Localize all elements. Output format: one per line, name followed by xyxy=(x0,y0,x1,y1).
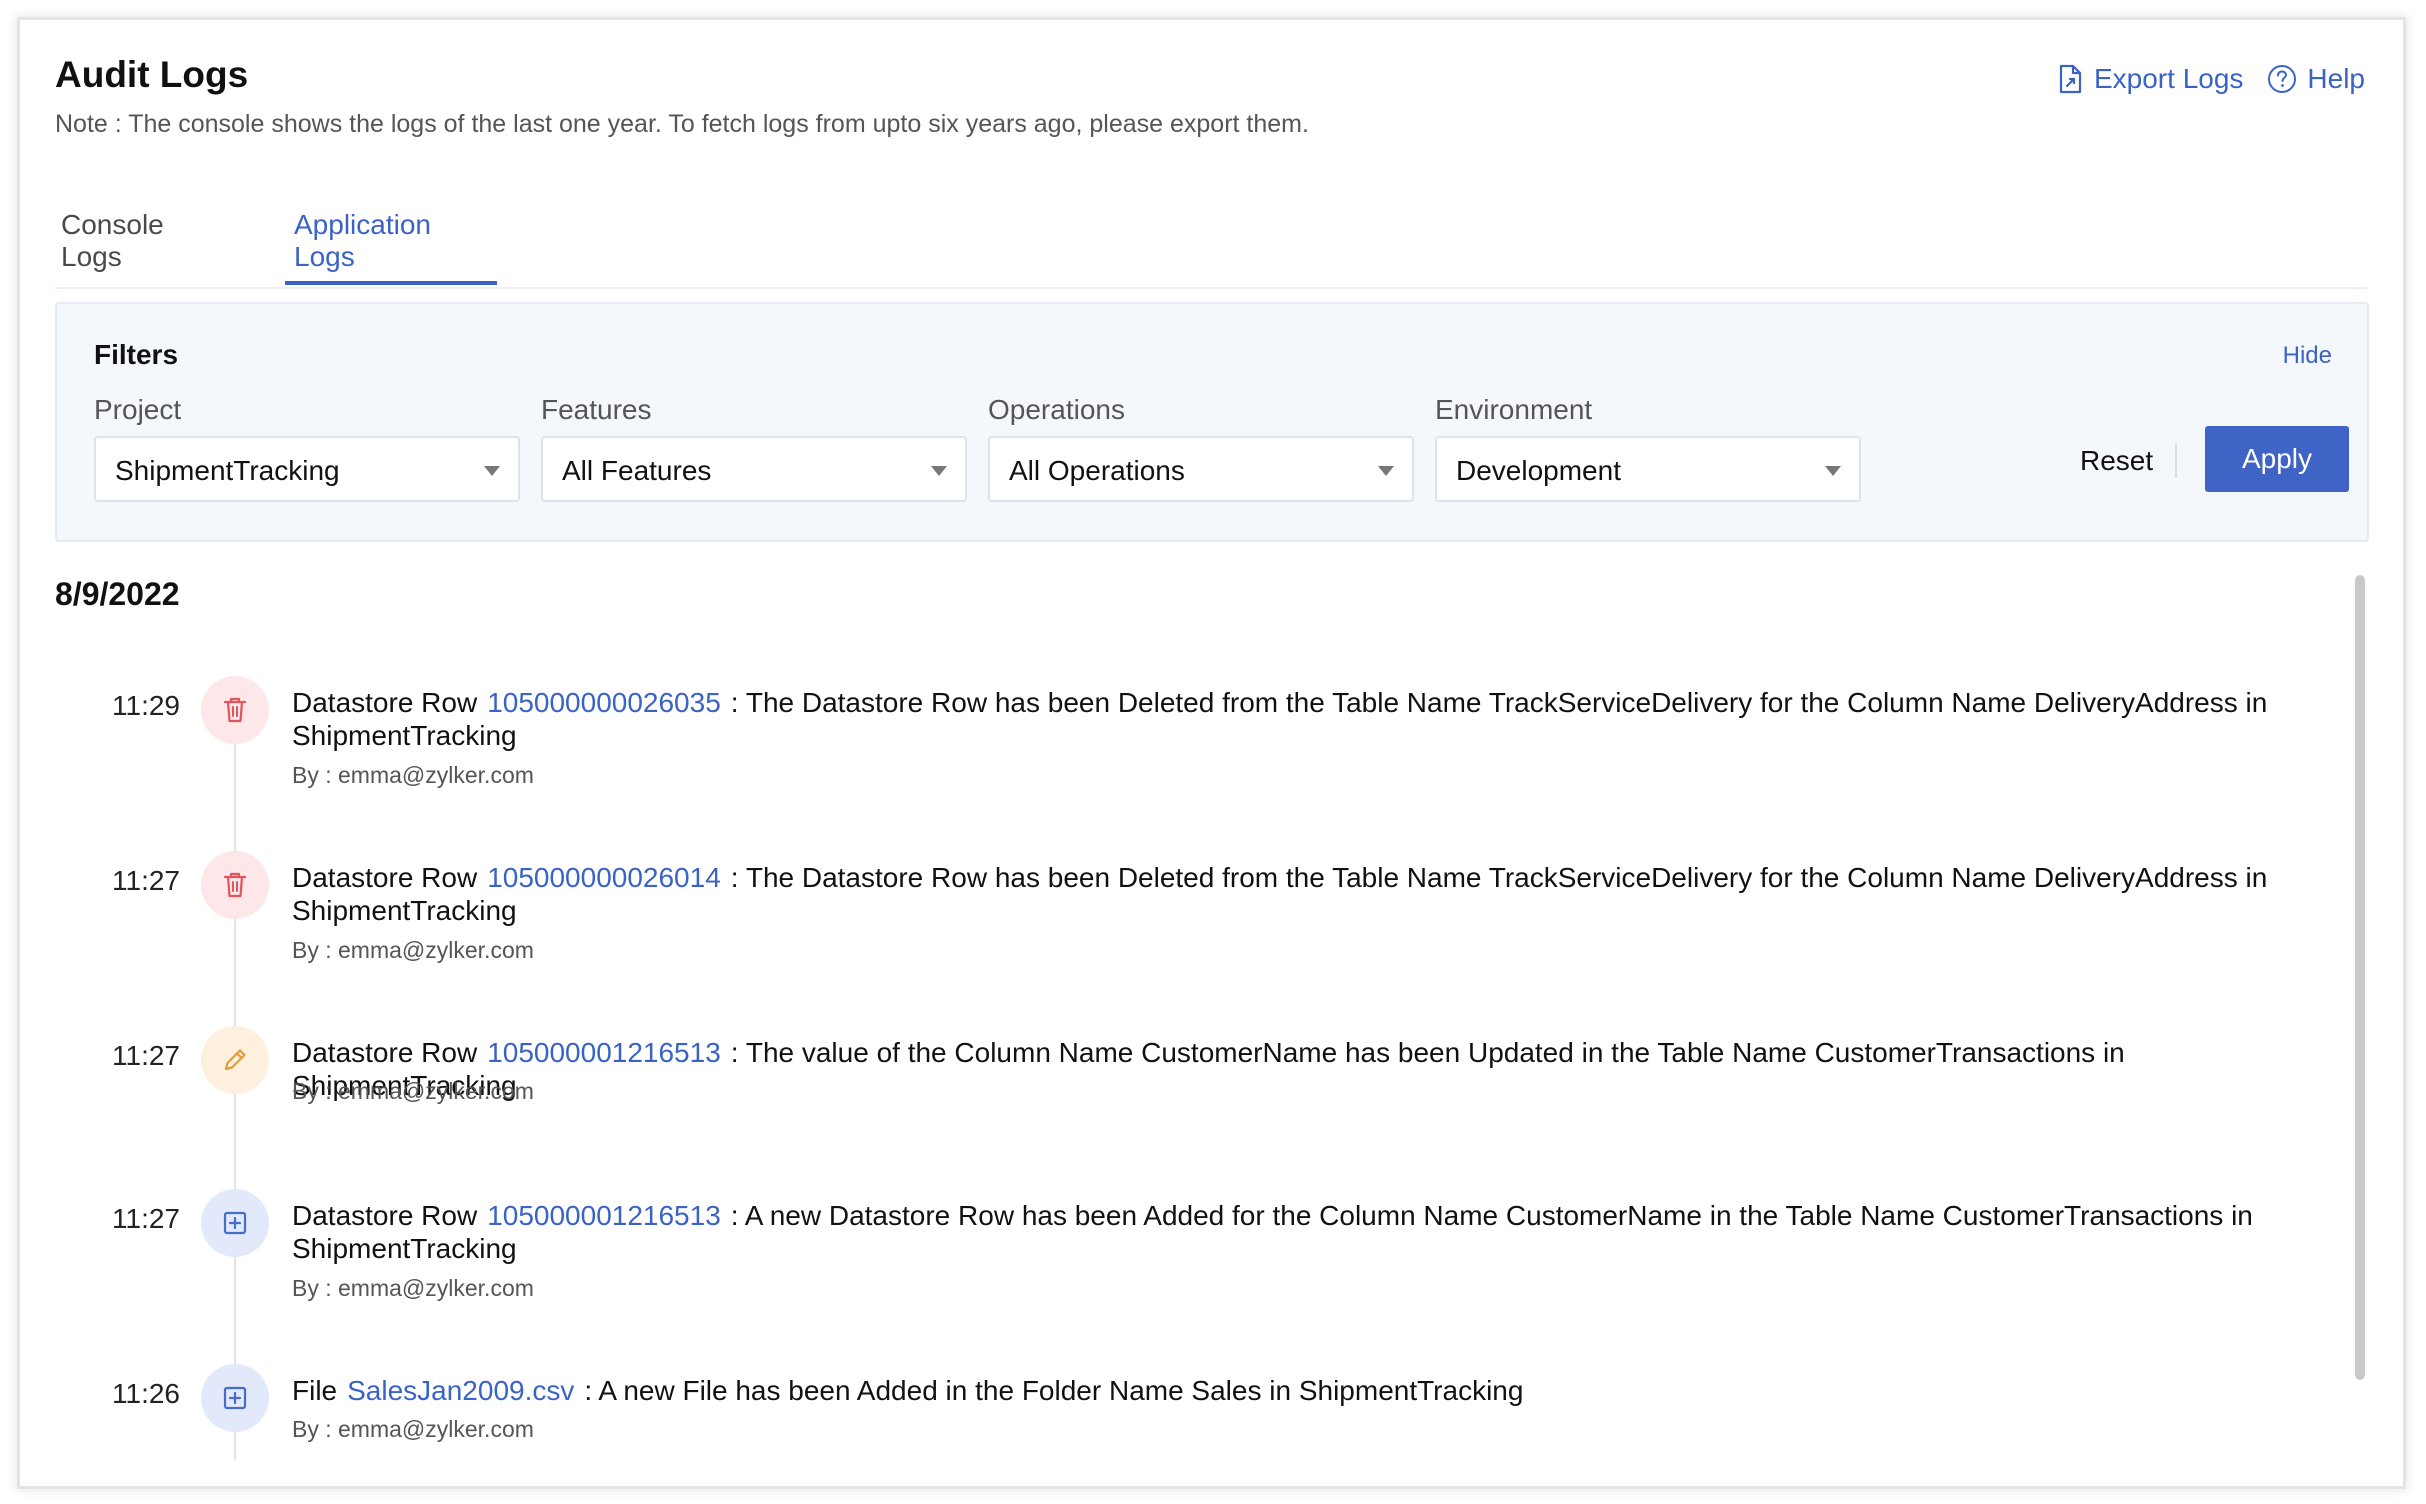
header-actions: Export Logs Help xyxy=(2058,63,2365,95)
log-subject: Datastore Row xyxy=(292,862,478,893)
pencil-icon xyxy=(201,1026,269,1094)
environment-select[interactable]: Development xyxy=(1435,436,1861,502)
export-logs-button[interactable]: Export Logs xyxy=(2058,63,2243,95)
log-reference-link[interactable]: SalesJan2009.csv xyxy=(347,1375,574,1406)
reset-button[interactable]: Reset xyxy=(2080,429,2153,493)
plus-square-icon xyxy=(201,1189,269,1257)
chevron-down-icon xyxy=(484,466,500,476)
log-author: By : emma@zylker.com xyxy=(292,1275,534,1301)
log-message-text: : A new File has been Added in the Folde… xyxy=(584,1375,1524,1406)
log-author: By : emma@zylker.com xyxy=(292,937,534,963)
log-date-heading: 8/9/2022 xyxy=(55,576,180,612)
operations-value: All Operations xyxy=(1009,455,1185,486)
chevron-down-icon xyxy=(931,466,947,476)
operations-select[interactable]: All Operations xyxy=(988,436,1414,502)
log-time: 11:29 xyxy=(112,690,180,721)
log-message: Datastore Row 105000001216513: The value … xyxy=(292,1036,2282,1102)
operations-label: Operations xyxy=(988,394,1125,425)
log-message: File SalesJan2009.csv : A new File has bee… xyxy=(292,1374,2282,1407)
button-divider xyxy=(2175,444,2177,478)
log-time: 11:27 xyxy=(112,1040,180,1071)
log-author: By : emma@zylker.com xyxy=(292,1416,534,1442)
features-label: Features xyxy=(541,394,652,425)
chevron-down-icon xyxy=(1825,466,1841,476)
log-message: Datastore Row 105000000026035 : The Datast… xyxy=(292,686,2282,752)
tab-application-logs-label: Application Logs xyxy=(294,209,431,272)
log-time: 11:27 xyxy=(112,1203,180,1234)
help-button[interactable]: Help xyxy=(2267,63,2365,95)
log-author: By : emma@zylker.com xyxy=(292,762,534,788)
log-message-text: : The Datastore Row has been Deleted fro… xyxy=(730,687,2268,718)
export-logs-label: Export Logs xyxy=(2093,63,2244,94)
plus-square-icon xyxy=(201,1364,269,1432)
features-select[interactable]: All Features xyxy=(541,436,967,502)
log-reference-link[interactable]: 105000001216513 xyxy=(487,1200,721,1231)
audit-logs-panel: Audit Logs Note : The console shows the … xyxy=(20,20,2403,1486)
log-time: 11:27 xyxy=(112,865,180,896)
log-message: Datastore Row 105000000026014 : The Datast… xyxy=(292,861,2282,927)
log-subject: File xyxy=(292,1375,338,1406)
project-label: Project xyxy=(94,394,182,425)
log-message-text: : A new Datastore Row has been Added for… xyxy=(730,1200,2253,1231)
tab-console-logs[interactable]: Console Logs xyxy=(61,190,221,285)
log-message: Datastore Row 105000001216513 : A new Data… xyxy=(292,1199,2282,1265)
log-list-scrollbar[interactable] xyxy=(2355,575,2365,1380)
chevron-down-icon xyxy=(1378,466,1394,476)
log-subject: Datastore Row xyxy=(292,1037,478,1068)
trash-icon xyxy=(201,676,269,744)
features-value: All Features xyxy=(562,455,712,486)
apply-button[interactable]: Apply xyxy=(2205,426,2349,492)
log-message-text-cont: ShipmentTracking xyxy=(292,720,517,751)
environment-label: Environment xyxy=(1435,394,1593,425)
filters-panel: Filters Hide Project ShipmentTracking Fe… xyxy=(55,302,2369,542)
page-note: Note : The console shows the logs of the… xyxy=(55,110,1309,138)
tab-console-logs-label: Console Logs xyxy=(61,209,164,272)
tab-application-logs[interactable]: Application Logs xyxy=(285,190,497,285)
log-reference-link[interactable]: 105000001216513 xyxy=(487,1037,721,1068)
log-message-text-cont: ShipmentTracking xyxy=(292,1233,517,1264)
hide-filters-link[interactable]: Hide xyxy=(2283,342,2332,370)
log-subject: Datastore Row xyxy=(292,687,478,718)
log-message-text-cont: ShipmentTracking xyxy=(292,895,517,926)
environment-value: Development xyxy=(1456,455,1621,486)
log-message-text: : The Datastore Row has been Deleted fro… xyxy=(730,862,2268,893)
log-subject: Datastore Row xyxy=(292,1200,478,1231)
page-title: Audit Logs xyxy=(55,54,249,95)
help-label: Help xyxy=(2307,63,2365,94)
help-circle-icon xyxy=(2267,64,2297,94)
export-file-icon xyxy=(2058,64,2084,94)
project-value: ShipmentTracking xyxy=(115,455,340,486)
trash-icon xyxy=(201,851,269,919)
log-time: 11:26 xyxy=(112,1378,180,1409)
log-reference-link[interactable]: 105000000026014 xyxy=(487,862,721,893)
log-reference-link[interactable]: 105000000026035 xyxy=(487,687,721,718)
log-author: By : emma@zylker.com xyxy=(292,1078,534,1104)
project-select[interactable]: ShipmentTracking xyxy=(94,436,520,502)
log-tabs: Console Logs Application Logs xyxy=(55,190,2367,289)
filters-title: Filters xyxy=(94,339,179,370)
